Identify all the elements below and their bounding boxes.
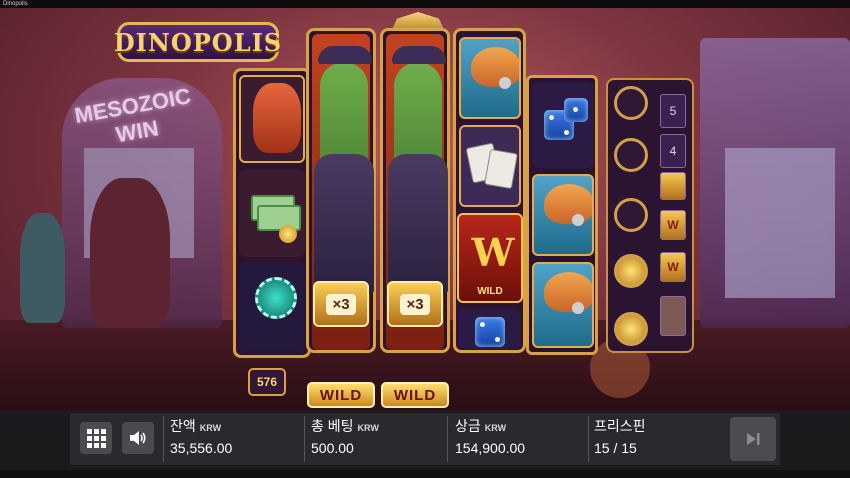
freespins-value: 15 / 15 — [594, 440, 637, 456]
meter-count: 5 — [660, 94, 686, 128]
slot-screen — [725, 148, 835, 298]
balance-label: 잔액 — [170, 418, 196, 434]
balance-field: 잔액 KRW 35,556.00 — [170, 416, 232, 462]
symbol-singer-dino — [532, 262, 594, 348]
reel-5 — [526, 75, 598, 355]
wild-label: WILD — [393, 386, 437, 404]
symbol-singer-dino — [532, 174, 594, 256]
sound-button[interactable] — [122, 422, 154, 454]
symbol-dice — [532, 82, 594, 168]
win-field: 상금 KRW 154,900.00 — [455, 416, 525, 462]
dino-suit — [314, 154, 374, 294]
fedora-icon — [392, 46, 446, 64]
menu-button[interactable] — [80, 422, 112, 454]
triceratops-icon — [253, 83, 301, 153]
coin-icon — [279, 225, 297, 243]
reel-3: ×3 — [380, 28, 450, 353]
microphone-icon — [572, 302, 584, 314]
bet-value: 500.00 — [311, 440, 354, 456]
window-footer — [0, 470, 850, 478]
win-label: 상금 — [455, 418, 481, 434]
fedora-icon — [318, 46, 372, 64]
multiplier-label: ×3 — [326, 293, 356, 315]
reel-4: W WILD — [453, 28, 526, 353]
win-currency: KRW — [484, 423, 507, 433]
feature-meter: 5 4 W W — [606, 78, 694, 353]
meter-wild-icon: W — [660, 252, 686, 282]
symbol-dice — [459, 309, 521, 349]
reel-2: ×3 — [306, 28, 376, 353]
background-slot-machine-right — [700, 38, 850, 328]
divider — [447, 416, 448, 462]
reel-1 — [233, 68, 311, 358]
window-titlebar: Dinopolis — [0, 0, 850, 8]
divider — [163, 416, 164, 462]
logo-text: DINOPOLIS — [113, 27, 283, 57]
divider — [304, 416, 305, 462]
speaker-icon — [130, 431, 146, 445]
symbol-triceratops — [239, 75, 305, 163]
wild-banner: WILD — [307, 382, 375, 408]
meter-slot-empty — [614, 198, 648, 232]
casino-chip-icon — [255, 277, 297, 319]
dice-icon — [475, 317, 505, 347]
dino-suit — [388, 154, 448, 294]
symbol-wild: W WILD — [457, 213, 523, 303]
wild-tile-label: WILD — [477, 286, 503, 297]
meter-slot-empty — [614, 138, 648, 172]
meter-count: 4 — [660, 134, 686, 168]
dino-head-icon — [471, 47, 519, 87]
dino-head-icon — [544, 184, 592, 224]
meter-coin-icon — [614, 312, 648, 346]
wild-label: WILD — [319, 386, 363, 404]
wild-w-icon: W — [471, 230, 515, 275]
envelope-icon — [660, 296, 686, 336]
window-title: Dinopolis — [3, 1, 28, 7]
dino-head-icon — [544, 272, 592, 312]
freespins-label: 프리스핀 — [594, 418, 646, 434]
dice-icon — [564, 98, 588, 122]
balance-value: 35,556.00 — [170, 440, 233, 456]
multiplier-label: ×3 — [400, 293, 430, 315]
bet-label: 총 베팅 — [311, 418, 354, 434]
multiplier-badge: ×3 — [313, 281, 369, 327]
meter-wild-icon: W — [660, 210, 686, 240]
meter-coin-icon — [614, 254, 648, 288]
balance-currency: KRW — [199, 423, 222, 433]
game-logo: DINOPOLIS — [113, 22, 283, 62]
wild-banner: WILD — [381, 382, 449, 408]
divider — [588, 416, 589, 462]
meter-slot-empty — [614, 86, 648, 120]
meter-triceratops-icon — [660, 172, 686, 200]
win-value: 154,900.00 — [455, 440, 526, 456]
bet-currency: KRW — [357, 423, 379, 433]
playing-card-icon — [484, 148, 518, 190]
multiplier-badge: ×3 — [387, 281, 443, 327]
dino-character-seated — [90, 178, 170, 328]
bet-field[interactable]: 총 베팅 KRW 500.00 — [311, 416, 379, 462]
symbol-cards — [459, 125, 521, 207]
lizard-character — [20, 213, 65, 323]
freespins-field: 프리스핀 15 / 15 — [594, 416, 646, 462]
skip-forward-icon — [747, 433, 760, 445]
microphone-icon — [499, 77, 511, 89]
skip-button[interactable] — [730, 417, 776, 461]
symbol-singer-dino — [459, 37, 521, 119]
symbol-money — [239, 169, 305, 257]
grid-icon — [86, 428, 106, 448]
microphone-icon — [572, 214, 584, 226]
ways-counter: 576 — [248, 368, 286, 396]
symbol-chip — [239, 263, 305, 351]
